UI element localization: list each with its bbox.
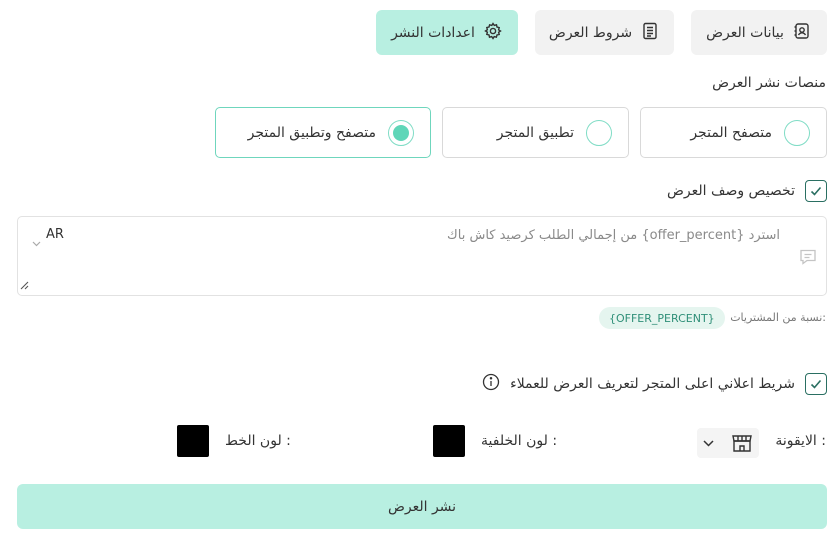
variable-hint: نسبة من المشتريات: <box>730 311 826 324</box>
tab-offer-data[interactable]: بيانات العرض <box>691 10 827 55</box>
radio-button[interactable] <box>784 119 810 146</box>
store-icon <box>732 435 752 452</box>
radio-button[interactable] <box>586 119 612 146</box>
publish-offer-button[interactable]: نشر العرض <box>17 484 827 529</box>
ad-bar-label: شريط اعلاني اعلى المتجر لتعريف العرض للع… <box>510 376 795 392</box>
description-placeholder: استرد {offer_percent} من إجمالي الطلب كر… <box>447 228 780 243</box>
custom-description-row: تخصيص وصف العرض <box>667 180 827 202</box>
icon-label: الايقونة : <box>775 433 826 449</box>
font-color-label: لون الخط : <box>225 433 291 449</box>
resize-handle-icon[interactable] <box>19 275 29 294</box>
tab-offer-terms[interactable]: شروط العرض <box>535 10 674 55</box>
background-color-label: لون الخلفية : <box>481 433 558 449</box>
platform-option-label: تطبيق المتجر <box>496 124 574 141</box>
info-icon[interactable] <box>482 373 500 395</box>
chevron-down-icon[interactable] <box>32 232 41 251</box>
settings-gear-icon <box>483 21 503 45</box>
checkmark-icon <box>810 186 822 196</box>
tab-offer-data-label: بيانات العرض <box>706 24 784 41</box>
terms-document-icon <box>640 21 660 45</box>
ad-bar-row: شريط اعلاني اعلى المتجر لتعريف العرض للع… <box>482 373 827 395</box>
offer-description-textarea[interactable]: استرد {offer_percent} من إجمالي الطلب كر… <box>17 216 827 296</box>
radio-selected-dot <box>393 124 409 141</box>
tab-publish-settings-label: اعدادات النشر <box>391 24 475 41</box>
platform-option-store-browser[interactable]: متصفح المتجر <box>640 107 827 158</box>
offer-percent-chip[interactable]: {OFFER_PERCENT} <box>599 307 725 329</box>
platform-option-browser-and-app[interactable]: متصفح وتطبيق المتجر <box>215 107 431 158</box>
language-value: AR <box>46 227 64 242</box>
chevron-down-icon <box>703 439 714 447</box>
tab-offer-terms-label: شروط العرض <box>548 24 633 41</box>
font-color-swatch[interactable] <box>177 425 209 457</box>
tab-publish-settings[interactable]: اعدادات النشر <box>376 10 518 55</box>
custom-description-checkbox[interactable] <box>805 180 827 202</box>
platforms-title: منصات نشر العرض <box>712 75 826 91</box>
radio-button-selected[interactable] <box>388 119 414 146</box>
checkmark-icon <box>810 379 822 389</box>
custom-description-label: تخصيص وصف العرض <box>666 183 795 199</box>
platform-option-label: متصفح المتجر <box>690 124 772 141</box>
offer-data-icon <box>792 21 812 45</box>
platform-option-label: متصفح وتطبيق المتجر <box>247 124 376 141</box>
ad-bar-checkbox[interactable] <box>805 373 827 395</box>
comment-icon <box>798 247 818 271</box>
language-select[interactable]: AR <box>46 227 64 242</box>
platform-option-store-app[interactable]: تطبيق المتجر <box>442 107 629 158</box>
background-color-swatch[interactable] <box>433 425 465 457</box>
icon-select[interactable] <box>697 428 759 458</box>
